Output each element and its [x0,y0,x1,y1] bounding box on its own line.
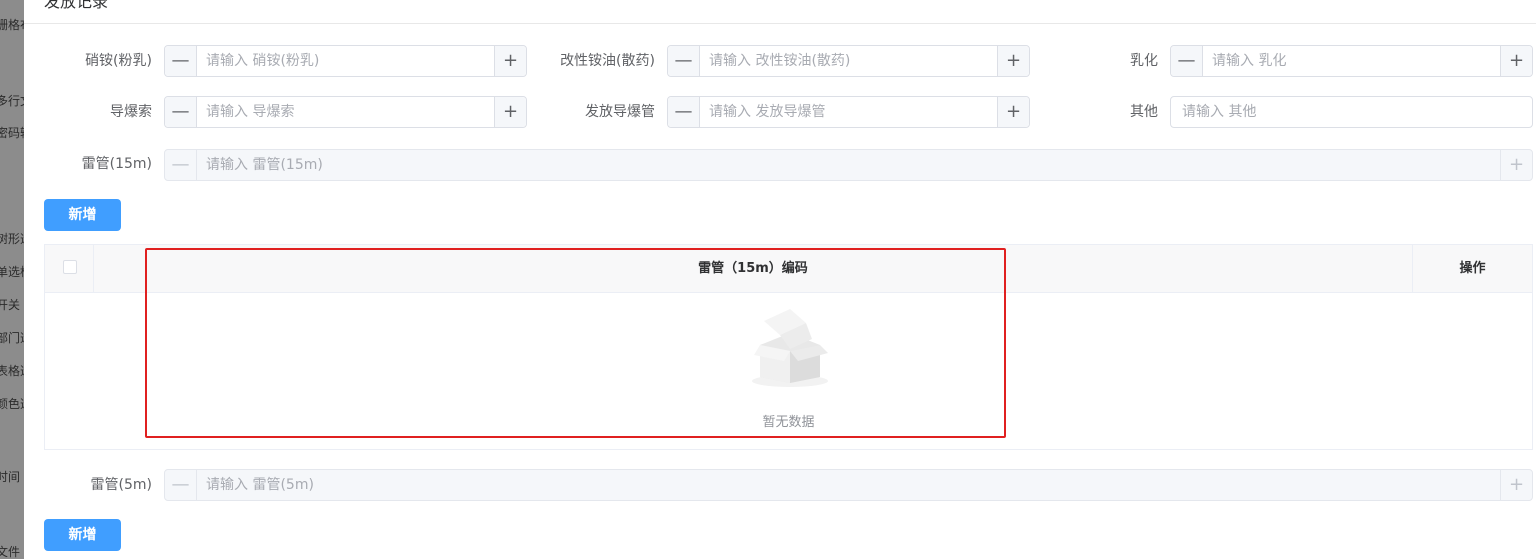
xiaoan-stepper: — 请输入 硝铵(粉乳) + [164,45,527,77]
dialog-title: 发放记录 [44,0,109,11]
empty-text: 暂无数据 [762,415,815,430]
backdrop-text: 栅格布 [0,18,24,32]
ruhua-label: 乳化 [1130,53,1158,69]
backdrop-text: 单选框 [0,265,24,279]
decrease-button: — [165,470,197,500]
dialog-header: 发放记录 [24,0,1536,24]
increase-button[interactable]: + [494,46,526,76]
leiguan15-stepper: — 请输入 雷管(15m) + [164,149,1533,181]
leiguan15-input: 请输入 雷管(15m) [206,157,323,173]
empty-box-icon [752,309,828,387]
increase-button[interactable]: + [997,46,1029,76]
increase-button: + [1500,150,1532,180]
decrease-button[interactable]: — [668,97,700,127]
select-all-cell [45,245,94,293]
add-button[interactable]: 新增 [44,199,121,231]
daobaoguan-input[interactable]: 请输入 发放导爆管 [700,97,997,127]
gaixing-stepper: — 请输入 改性铵油(散药) + [667,45,1030,77]
daobaosuo-input[interactable]: 请输入 导爆索 [197,97,494,127]
table-header: 雷管（15m）编码 操作 [45,245,1532,293]
backdrop-text: 多行文 [0,94,24,108]
qita-label: 其他 [1130,104,1158,120]
leiguan5-input: 请输入 雷管(5m) [206,477,314,493]
leiguan5-label: 雷管(5m) [90,477,152,493]
qita-input[interactable]: 请输入 其他 [1170,96,1533,128]
decrease-button[interactable]: — [1171,46,1203,76]
detonator-table: 雷管（15m）编码 操作 暂无数据 [44,244,1533,450]
backdrop-text: 时间 [0,470,21,484]
backdrop-text: 表格选 [0,364,24,378]
add-button[interactable]: 新增 [44,519,121,551]
daobaosuo-label: 导爆索 [110,104,152,120]
backdrop-text: 文件 [0,545,21,559]
backdrop-text: 颜色选 [0,397,24,411]
select-all-checkbox[interactable] [63,260,77,274]
gaixing-label: 改性铵油(散药) [560,53,655,69]
ruhua-stepper: — 请输入 乳化 + [1170,45,1533,77]
increase-button: + [1500,470,1532,500]
xiaoan-label: 硝铵(粉乳) [85,53,152,69]
leiguan5-stepper: — 请输入 雷管(5m) + [164,469,1533,501]
increase-button[interactable]: + [494,97,526,127]
gaixing-input[interactable]: 请输入 改性铵油(散药) [700,46,997,76]
increase-button[interactable]: + [997,97,1029,127]
decrease-button[interactable]: — [165,97,197,127]
decrease-button[interactable]: — [165,46,197,76]
release-record-dialog: 发放记录 硝铵(粉乳) — 请输入 硝铵(粉乳) + 改性铵油(散药) — 请输… [24,0,1536,559]
backdrop-text: 部门选 [0,331,24,345]
backdrop-text: 开关 [0,298,21,312]
backdrop-text: 密码输 [0,126,24,140]
column-header-code: 雷管（15m）编码 [94,245,1413,293]
increase-button[interactable]: + [1500,46,1532,76]
background-page: 栅格布 多行文 密码输 树形选 单选框 开关 部门选 表格选 颜色选 时间 文件 [0,0,24,559]
column-header-action: 操作 [1459,261,1486,276]
decrease-button[interactable]: — [668,46,700,76]
decrease-button: — [165,150,197,180]
xiaoan-input[interactable]: 请输入 硝铵(粉乳) [197,46,494,76]
daobaoguan-label: 发放导爆管 [585,104,655,120]
ruhua-input[interactable]: 请输入 乳化 [1203,46,1500,76]
daobaosuo-stepper: — 请输入 导爆索 + [164,96,527,128]
leiguan15-label: 雷管(15m) [81,156,152,172]
backdrop-text: 树形选 [0,232,24,246]
daobaoguan-stepper: — 请输入 发放导爆管 + [667,96,1030,128]
